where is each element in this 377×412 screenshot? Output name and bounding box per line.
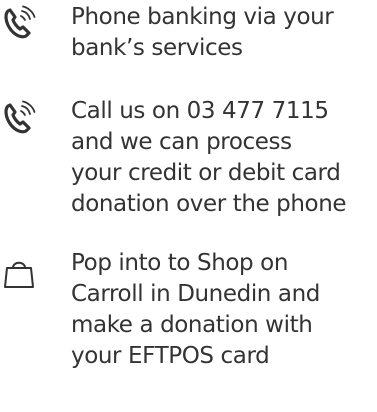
item-text-line: Carroll in Dunedin and — [71, 281, 320, 307]
item-text: Call us on 03 477 7115 and we can proces… — [71, 96, 375, 220]
phone-icon — [2, 5, 36, 39]
item-text-line: bank’s services — [71, 35, 243, 61]
item-text-line: donation over the phone — [71, 191, 347, 217]
item-text-line: and we can process — [71, 129, 292, 155]
item-text-line: make a donation with — [71, 312, 313, 338]
item-text-line: Phone banking via your — [71, 4, 334, 30]
item-text: Pop into to Shop on Carroll in Dunedin a… — [71, 248, 375, 372]
item-text-line: Pop into to Shop on — [71, 250, 289, 276]
item-text-line: Call us on 03 477 7115 — [71, 98, 329, 124]
phone-icon — [2, 100, 36, 134]
item-text-line: your credit or debit card — [71, 160, 341, 186]
item-text: Phone banking via your bank’s services — [71, 2, 375, 64]
shopping-bag-icon — [2, 257, 36, 291]
donation-methods-list: Phone banking via your bank’s services C… — [0, 0, 377, 412]
item-text-line: your EFTPOS card — [71, 343, 270, 369]
